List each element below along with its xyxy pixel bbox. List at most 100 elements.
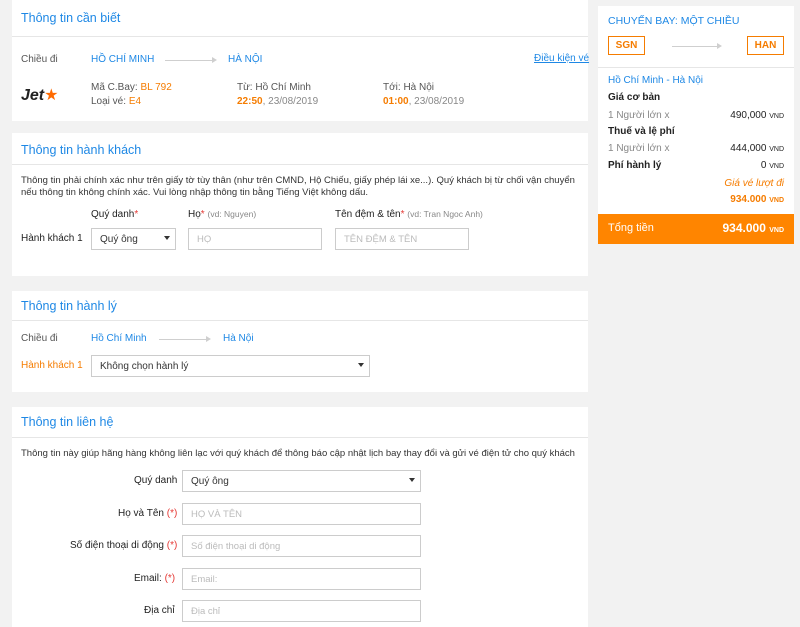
currency: VND xyxy=(769,197,784,204)
contact-title-select[interactable]: Quý ông xyxy=(182,470,421,492)
depart-date: , 23/08/2019 xyxy=(262,96,319,107)
total-bar: Tổng tiền 934.000 VND xyxy=(598,214,794,244)
passenger-last-name-input[interactable]: HỌ xyxy=(188,228,322,250)
divider xyxy=(12,36,588,37)
contact-title-value: Quý ông xyxy=(191,476,229,487)
total-value: 934.000 xyxy=(722,221,766,235)
baggage-select[interactable]: Không chọn hành lý xyxy=(91,355,370,377)
flight-code-label: Mã C.Bay: xyxy=(91,82,138,93)
base-fare-qty: 1 Người lớn x xyxy=(608,110,670,121)
divider xyxy=(12,164,588,165)
chevron-down-icon xyxy=(358,363,364,367)
summary-heading: CHUYẾN BAY: MỘT CHIỀU xyxy=(608,15,740,27)
arrive-to: Tới: Hà Nội xyxy=(383,82,435,93)
arrive-datetime: 01:00, 23/08/2019 xyxy=(383,96,464,107)
required-mark: * xyxy=(134,209,139,220)
arrow-head-icon xyxy=(212,57,217,63)
from-city: HỒ CHÍ MINH xyxy=(91,54,155,65)
base-fare-value: 490,000 xyxy=(730,110,767,121)
currency: VND xyxy=(769,163,784,170)
col-title-label: Quý danh* xyxy=(91,209,138,220)
contact-title-label: Quý danh xyxy=(134,475,178,486)
arrive-date: , 23/08/2019 xyxy=(408,96,465,107)
currency: VND xyxy=(769,113,784,120)
required-mark: (*) xyxy=(164,573,176,584)
depart-from: Từ: Hồ Chí Minh xyxy=(237,82,311,93)
tax-label: Thuế và lệ phí xyxy=(608,126,675,137)
outbound-value: 934.000 xyxy=(730,194,767,205)
col-last-text: Họ xyxy=(188,209,201,220)
arrow-head-icon xyxy=(206,336,211,342)
booking-summary: CHUYẾN BAY: MỘT CHIỀU SGN HAN Hồ Chí Min… xyxy=(598,6,794,244)
currency: VND xyxy=(769,227,784,234)
tax-qty: 1 Người lớn x xyxy=(608,143,670,154)
col-first-hint: (vd: Tran Ngoc Anh) xyxy=(407,209,483,219)
baggage-title: Thông tin hành lý xyxy=(21,299,117,313)
contact-phone-label: Số điện thoại di động (*) xyxy=(70,540,177,551)
baggage-fee-amount: 0 VND xyxy=(761,160,784,171)
airline-logo-text: Jet xyxy=(21,87,45,104)
flight-info-card: Thông tin cần biết Chiều đi HỒ CHÍ MINH … xyxy=(12,0,589,121)
total-amount: 934.000 VND xyxy=(722,221,784,235)
col-first-text: Tên đệm & tên xyxy=(335,209,401,220)
base-fare-label: Giá cơ bản xyxy=(608,92,661,103)
contact-name-label: Họ và Tên (*) xyxy=(118,508,177,519)
star-icon: ★ xyxy=(44,87,59,104)
baggage-card: Thông tin hành lý Chiều đi Hồ Chí Minh H… xyxy=(12,291,588,392)
from-code-badge: SGN xyxy=(608,36,645,55)
arrow-head-icon xyxy=(717,43,722,49)
flight-code: BL 792 xyxy=(140,82,172,93)
passenger-title: Thông tin hành khách xyxy=(21,143,142,157)
divider xyxy=(12,320,588,321)
tax-amount: 444,000 VND xyxy=(730,143,784,154)
required-mark: * xyxy=(400,209,405,220)
passenger-row-label: Hành khách 1 xyxy=(21,233,83,244)
outbound-label: Giá vé lượt đi xyxy=(724,178,784,189)
contact-address-input[interactable]: Địa chỉ xyxy=(182,600,421,622)
divider xyxy=(598,67,794,68)
contact-name-text: Họ và Tên xyxy=(118,508,164,519)
passenger-title-select[interactable]: Quý ông xyxy=(91,228,176,250)
fare-type-label: Loại vé: xyxy=(91,96,127,107)
flight-info-title: Thông tin cần biết xyxy=(21,11,121,25)
chevron-down-icon xyxy=(164,236,170,240)
contact-email-input[interactable]: Email: xyxy=(182,568,421,590)
contact-email-text: Email: xyxy=(134,573,162,584)
contact-address-label: Địa chỉ xyxy=(144,605,175,616)
to-code-badge: HAN xyxy=(747,36,784,55)
conditions-link[interactable]: Điều kiện vé xyxy=(534,53,589,64)
contact-notice: Thông tin này giúp hãng hàng không liên … xyxy=(21,448,575,459)
flight-code-row: Mã C.Bay: BL 792 xyxy=(91,82,172,93)
required-mark: * xyxy=(200,209,205,220)
to-city: HÀ NỘI xyxy=(228,54,263,65)
total-label: Tổng tiền xyxy=(608,222,654,234)
passenger-title-value: Quý ông xyxy=(100,234,138,245)
airline-logo: Jet★ xyxy=(21,85,58,105)
contact-card: Thông tin liên hệ Thông tin này giúp hãn… xyxy=(12,407,588,627)
outbound-amount: 934.000 VND xyxy=(730,194,784,205)
col-last-hint: (vd: Nguyen) xyxy=(207,209,257,219)
baggage-direction-label: Chiều đi xyxy=(21,333,58,344)
chevron-down-icon xyxy=(409,478,415,482)
passenger-first-name-input[interactable]: TÊN ĐỆM & TÊN xyxy=(335,228,469,250)
contact-name-input[interactable]: HỌ VÀ TÊN xyxy=(182,503,421,525)
arrive-time: 01:00 xyxy=(383,96,409,107)
baggage-fee-value: 0 xyxy=(760,160,767,171)
baggage-from-city: Hồ Chí Minh xyxy=(91,333,147,344)
col-title-text: Quý danh xyxy=(91,209,135,220)
currency: VND xyxy=(769,146,784,153)
depart-time: 22:50 xyxy=(237,96,263,107)
route-arrow xyxy=(672,46,718,47)
baggage-passenger-label: Hành khách 1 xyxy=(21,360,83,371)
fare-type: E4 xyxy=(128,96,142,107)
depart-datetime: 22:50, 23/08/2019 xyxy=(237,96,318,107)
route-arrow xyxy=(165,60,213,61)
divider xyxy=(12,437,588,438)
baggage-fee-label: Phí hành lý xyxy=(608,160,662,171)
col-first-label: Tên đệm & tên* (vd: Tran Ngoc Anh) xyxy=(335,209,483,220)
fare-type-row: Loại vé: E4 xyxy=(91,96,141,107)
required-mark: (*) xyxy=(166,540,178,551)
contact-phone-input[interactable]: Số điện thoại di động xyxy=(182,535,421,557)
contact-title: Thông tin liên hệ xyxy=(21,415,114,429)
summary-route: Hồ Chí Minh - Hà Nội xyxy=(608,75,704,86)
